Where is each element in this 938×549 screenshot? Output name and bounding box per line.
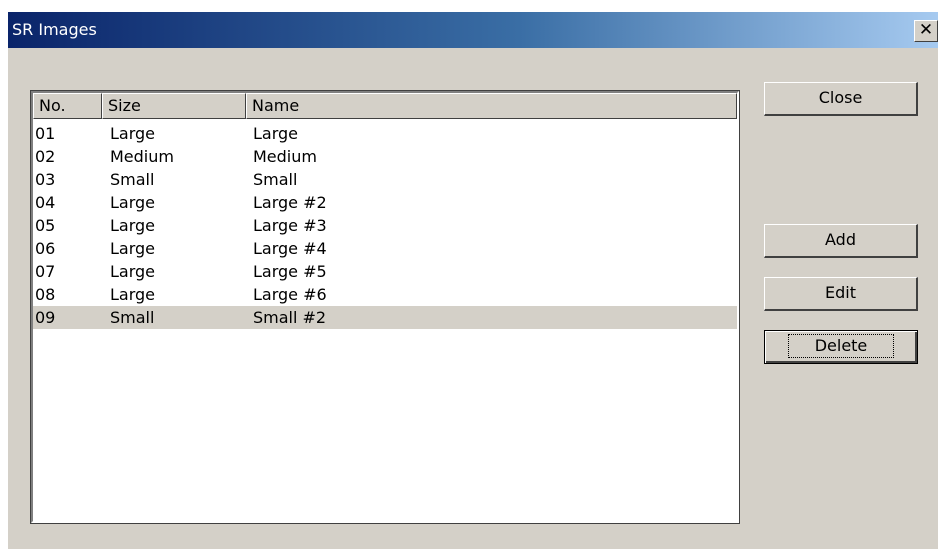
list-row[interactable]: 01 Large Large (33, 122, 737, 145)
edit-button[interactable]: Edit (764, 277, 918, 311)
row-name: Large (253, 124, 299, 143)
list-row[interactable]: 02 Medium Medium (33, 145, 737, 168)
row-number: 03 (35, 170, 56, 189)
row-number: 05 (35, 216, 56, 235)
dialog-window: SR Images ✕ No. Size Name 01 Large Large… (8, 12, 938, 549)
close-window-icon[interactable]: ✕ (914, 20, 938, 42)
row-size: Large (110, 193, 156, 212)
row-size: Large (110, 124, 156, 143)
row-number: 02 (35, 147, 56, 166)
title-bar[interactable]: SR Images ✕ (8, 12, 938, 48)
row-name: Small (253, 170, 298, 189)
add-button[interactable]: Add (764, 224, 918, 258)
delete-button[interactable]: Delete (764, 330, 918, 364)
row-size: Small (110, 308, 155, 327)
images-list[interactable]: No. Size Name 01 Large Large 02 Medium M… (30, 90, 740, 524)
list-row[interactable]: 04 Large Large #2 (33, 191, 737, 214)
row-size: Large (110, 285, 156, 304)
column-header-size[interactable]: Size (102, 93, 246, 119)
row-size: Medium (110, 147, 174, 166)
row-name: Large #3 (253, 216, 327, 235)
row-name: Medium (253, 147, 317, 166)
close-button[interactable]: Close (764, 82, 918, 116)
row-number: 01 (35, 124, 56, 143)
row-name: Large #2 (253, 193, 327, 212)
row-size: Small (110, 170, 155, 189)
row-name: Large #4 (253, 239, 327, 258)
row-size: Large (110, 216, 156, 235)
delete-button-label: Delete (787, 334, 895, 358)
column-header-no[interactable]: No. (33, 93, 102, 119)
list-row-selected[interactable]: 09 Small Small #2 (33, 306, 737, 329)
row-number: 07 (35, 262, 56, 281)
row-name: Small #2 (253, 308, 327, 327)
row-number: 04 (35, 193, 56, 212)
list-row[interactable]: 07 Large Large #5 (33, 260, 737, 283)
list-row[interactable]: 03 Small Small (33, 168, 737, 191)
row-number: 06 (35, 239, 56, 258)
window-title: SR Images (12, 20, 97, 39)
row-number: 09 (35, 308, 56, 327)
list-row[interactable]: 08 Large Large #6 (33, 283, 737, 306)
row-name: Large #6 (253, 285, 327, 304)
row-number: 08 (35, 285, 56, 304)
row-size: Large (110, 239, 156, 258)
column-header-name[interactable]: Name (246, 93, 737, 119)
list-row[interactable]: 06 Large Large #4 (33, 237, 737, 260)
list-row[interactable]: 05 Large Large #3 (33, 214, 737, 237)
list-header: No. Size Name (33, 93, 737, 119)
row-name: Large #5 (253, 262, 327, 281)
row-size: Large (110, 262, 156, 281)
